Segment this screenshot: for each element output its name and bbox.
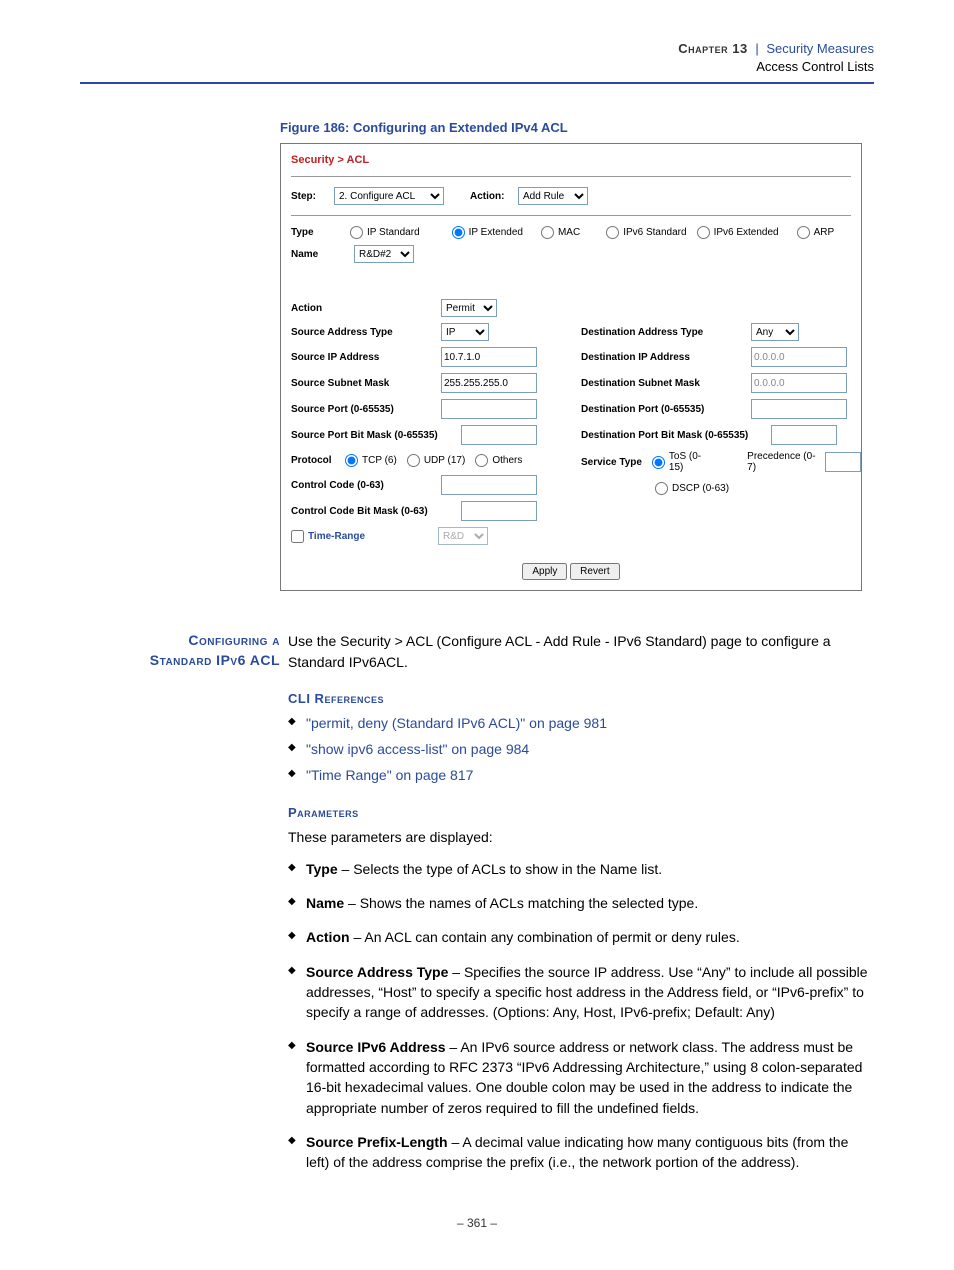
- tr-label: Time-Range: [308, 531, 438, 542]
- name-label: Name: [291, 249, 346, 260]
- revert-button[interactable]: Revert: [570, 563, 619, 580]
- action-label: Action:: [470, 191, 510, 202]
- svc-radio-tos[interactable]: ToS (0-15): [652, 451, 713, 473]
- sp-label: Source Port (0-65535): [291, 404, 441, 415]
- ccm-input[interactable]: [461, 501, 537, 521]
- cli-list: "permit, deny (Standard IPv6 ACL)" on pa…: [288, 713, 874, 786]
- prec-label: Precedence (0-7): [747, 451, 821, 473]
- type-radio-mac[interactable]: MAC: [541, 226, 580, 239]
- sat-label: Source Address Type: [291, 327, 441, 338]
- type-radio-ipv6-extended[interactable]: IPv6 Extended: [697, 226, 779, 239]
- type-radio-arp[interactable]: ARP: [797, 226, 835, 239]
- ssm-label: Source Subnet Mask: [291, 378, 441, 389]
- type-radio-ip-extended[interactable]: IP Extended: [452, 226, 523, 239]
- page-header: Chapter 13 | Security Measures Access Co…: [80, 40, 874, 84]
- step-label: Step:: [291, 191, 326, 202]
- step-select[interactable]: 2. Configure ACL: [334, 187, 444, 205]
- parameters-list: Type – Selects the type of ACLs to show …: [288, 859, 874, 1173]
- name-select[interactable]: R&D#2: [354, 245, 414, 263]
- ssm-input[interactable]: [441, 373, 537, 393]
- prec-input[interactable]: [825, 452, 861, 472]
- timerange-checkbox[interactable]: [291, 530, 304, 543]
- dip-label: Destination IP Address: [581, 352, 751, 363]
- proto-radio-udp[interactable]: UDP (17): [407, 454, 466, 467]
- proto-label: Protocol: [291, 455, 341, 466]
- cc-label: Control Code (0-63): [291, 480, 441, 491]
- spm-input[interactable]: [461, 425, 537, 445]
- breadcrumb: Security > ACL: [291, 154, 851, 166]
- svc-radio-dscp[interactable]: DSCP (0-63): [655, 482, 729, 495]
- dsm-label: Destination Subnet Mask: [581, 378, 751, 389]
- dpm-label: Destination Port Bit Mask (0-65535): [581, 430, 771, 441]
- spm-label: Source Port Bit Mask (0-65535): [291, 430, 461, 441]
- section-heading: Configuring aStandard IPv6 ACL: [80, 631, 288, 1186]
- dat-select[interactable]: Any: [751, 323, 799, 341]
- cc-input[interactable]: [441, 475, 537, 495]
- parameters-intro: These parameters are displayed:: [288, 827, 874, 847]
- intro-text: Use the Security > ACL (Configure ACL - …: [288, 631, 874, 672]
- ccm-label: Control Code Bit Mask (0-63): [291, 506, 461, 517]
- sip-input[interactable]: [441, 347, 537, 367]
- header-subtitle: Access Control Lists: [756, 59, 874, 74]
- action2-select[interactable]: Permit: [441, 299, 497, 317]
- page-number: – 361 –: [80, 1216, 874, 1230]
- tr-select: R&D: [438, 527, 488, 545]
- dp-label: Destination Port (0-65535): [581, 404, 751, 415]
- header-separator: |: [751, 41, 762, 56]
- sip-label: Source IP Address: [291, 352, 441, 363]
- dsm-input: [751, 373, 847, 393]
- cli-references-head: CLI References: [288, 690, 874, 709]
- dip-input: [751, 347, 847, 367]
- parameters-head: Parameters: [288, 804, 874, 823]
- action2-label: Action: [291, 303, 441, 314]
- svc-label: Service Type: [581, 457, 648, 468]
- sp-input[interactable]: [441, 399, 537, 419]
- type-radio-ipv6-standard[interactable]: IPv6 Standard: [606, 226, 686, 239]
- action-select[interactable]: Add Rule: [518, 187, 588, 205]
- type-label: Type: [291, 227, 346, 238]
- cli-link-0[interactable]: "permit, deny (Standard IPv6 ACL)" on pa…: [306, 715, 607, 731]
- sat-select[interactable]: IP: [441, 323, 489, 341]
- proto-radio-others[interactable]: Others: [475, 454, 522, 467]
- apply-button[interactable]: Apply: [522, 563, 567, 580]
- cli-link-2[interactable]: "Time Range" on page 817: [306, 767, 473, 783]
- dpm-input[interactable]: [771, 425, 837, 445]
- proto-radio-tcp[interactable]: TCP (6): [345, 454, 397, 467]
- chapter-label: Chapter 13: [678, 41, 747, 56]
- dat-label: Destination Address Type: [581, 327, 751, 338]
- screenshot-panel: Security > ACL Step: 2. Configure ACL Ac…: [280, 143, 862, 591]
- header-title: Security Measures: [766, 41, 874, 56]
- type-radio-ip-standard[interactable]: IP Standard: [350, 226, 420, 239]
- figure-caption: Figure 186: Configuring an Extended IPv4…: [280, 120, 874, 135]
- dp-input[interactable]: [751, 399, 847, 419]
- cli-link-1[interactable]: "show ipv6 access-list" on page 984: [306, 741, 529, 757]
